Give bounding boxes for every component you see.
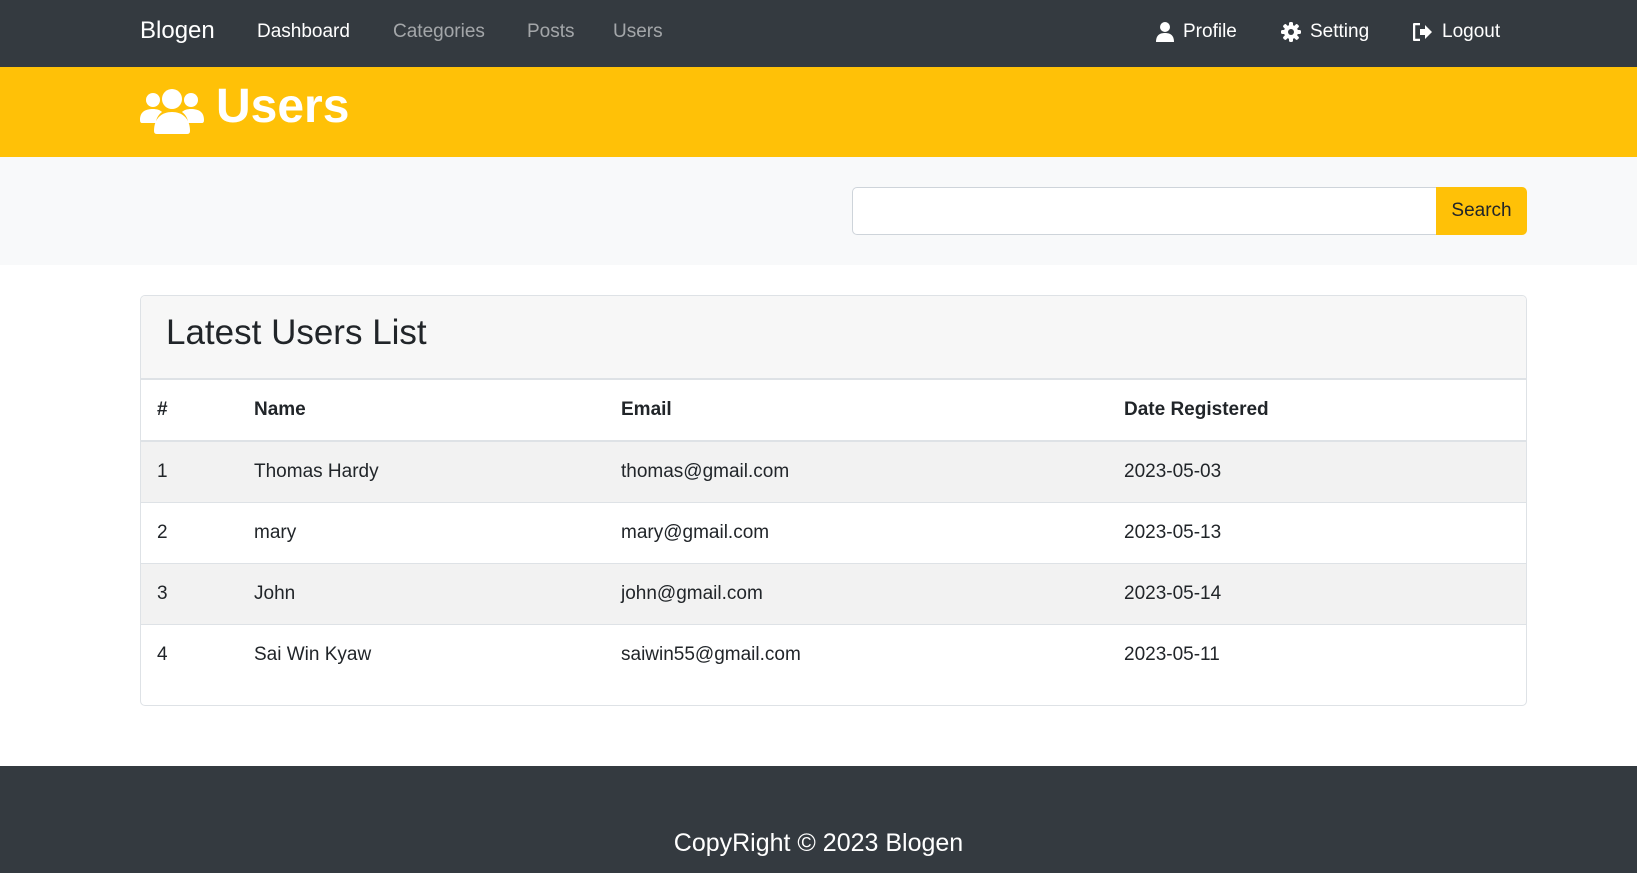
nav-link-posts[interactable]: Posts <box>527 21 575 43</box>
profile-link[interactable]: Profile <box>1156 21 1237 43</box>
profile-label: Profile <box>1183 21 1237 42</box>
logout-link[interactable]: Logout <box>1413 21 1500 43</box>
cell-number: 2 <box>141 502 238 564</box>
gear-icon <box>1281 22 1301 42</box>
search-section: Search <box>0 157 1637 265</box>
users-card: Latest Users List # Name Email Date Regi… <box>140 295 1527 706</box>
setting-link[interactable]: Setting <box>1281 21 1369 43</box>
navbar: Blogen Dashboard Categories Posts Users … <box>0 0 1637 67</box>
cell-email: saiwin55@gmail.com <box>621 643 801 665</box>
table-row: 1 Thomas Hardy thomas@gmail.com 2023-05-… <box>141 441 1526 503</box>
cell-date: 2023-05-14 <box>1108 563 1526 625</box>
page-title: Users <box>216 80 350 133</box>
footer-copyright: CopyRight © 2023 Blogen <box>673 829 964 857</box>
cell-name: Thomas Hardy <box>238 441 605 503</box>
cell-name: mary <box>238 502 605 564</box>
user-icon <box>1156 22 1174 42</box>
search-button[interactable]: Search <box>1436 187 1527 235</box>
nav-link-users[interactable]: Users <box>613 21 663 43</box>
cell-name: John <box>238 563 605 625</box>
page-footer: CopyRight © 2023 Blogen <box>0 766 1637 873</box>
logout-icon <box>1413 23 1433 41</box>
cell-number: 3 <box>141 563 238 625</box>
cell-email: john@gmail.com <box>605 563 1108 625</box>
table-header-row: # Name Email Date Registered <box>141 380 1526 442</box>
card-title: Latest Users List <box>166 313 427 352</box>
column-header-email: Email <box>605 380 1108 442</box>
page-header: Users <box>0 67 1637 157</box>
column-header-date: Date Registered <box>1108 380 1526 442</box>
table-row: 3 John john@gmail.com 2023-05-14 <box>141 563 1526 625</box>
users-table: # Name Email Date Registered 1 Thomas Ha… <box>141 380 1526 685</box>
column-header-name: Name <box>238 380 605 442</box>
table-row: 2 mary mary@gmail.com 2023-05-13 <box>141 502 1526 564</box>
card-header: Latest Users List <box>141 296 1526 380</box>
table-row: 4 Sai Win Kyaw saiwin55@gmail.com 2023-0… <box>141 624 1526 685</box>
cell-date: 2023-05-13 <box>1108 502 1526 564</box>
search-input[interactable] <box>852 187 1437 235</box>
cell-email: mary@gmail.com <box>605 502 1108 564</box>
setting-label: Setting <box>1310 21 1370 42</box>
users-icon <box>140 87 204 140</box>
cell-email: thomas@gmail.com <box>605 441 1108 503</box>
cell-number: 4 <box>157 643 168 665</box>
cell-date: 2023-05-11 <box>1124 643 1220 665</box>
cell-number: 1 <box>141 441 238 503</box>
cell-date: 2023-05-03 <box>1108 441 1526 503</box>
nav-link-categories[interactable]: Categories <box>393 21 485 43</box>
brand-link[interactable]: Blogen <box>140 17 215 45</box>
column-header-number: # <box>141 380 238 442</box>
logout-label: Logout <box>1442 21 1501 42</box>
cell-name: Sai Win Kyaw <box>254 643 372 665</box>
nav-link-dashboard[interactable]: Dashboard <box>257 21 350 43</box>
